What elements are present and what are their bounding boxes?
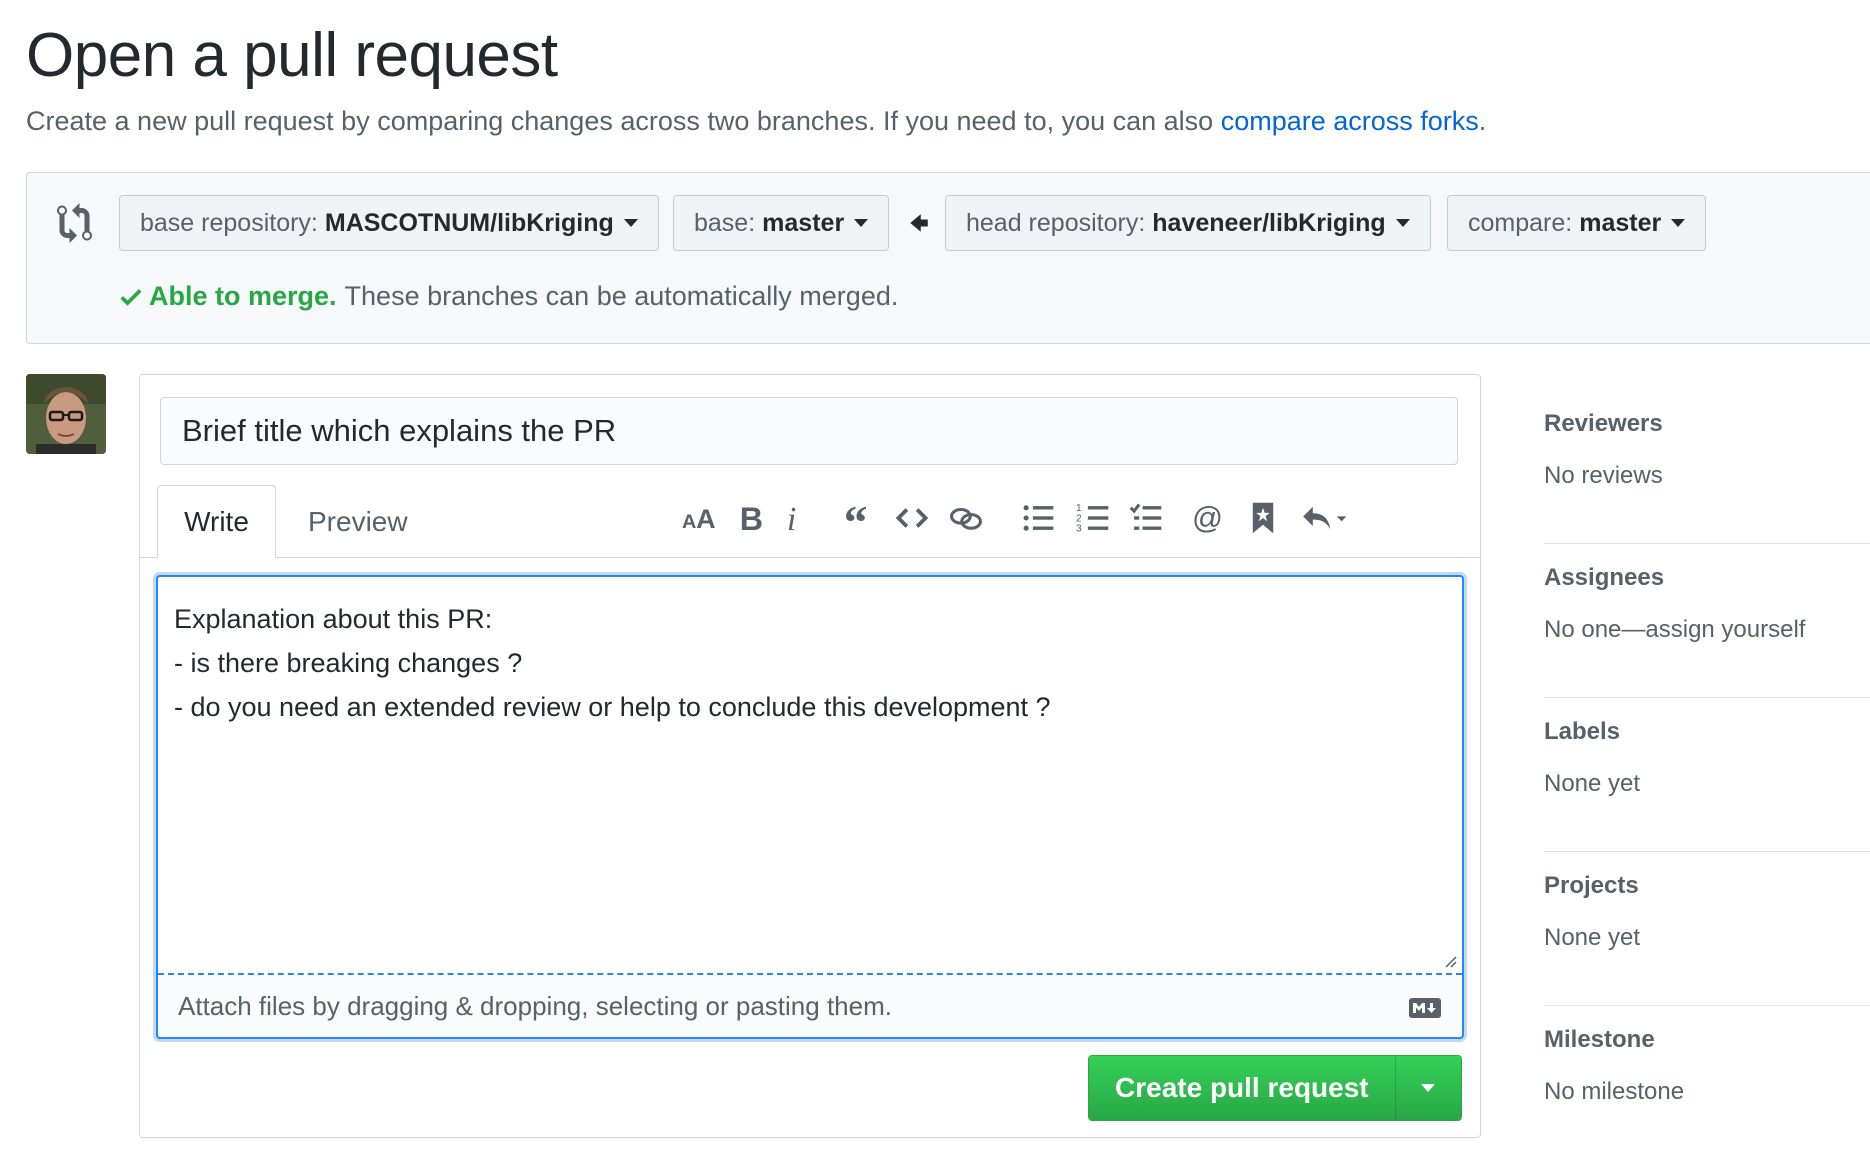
sidebar-labels: Labels None yet bbox=[1544, 698, 1870, 852]
merge-message: These branches can be automatically merg… bbox=[344, 281, 899, 311]
task-list-icon[interactable] bbox=[1124, 493, 1168, 543]
compare-branch-value: master bbox=[1579, 208, 1662, 237]
markdown-icon[interactable] bbox=[1408, 997, 1442, 1019]
sidebar-reviewers: Reviewers No reviews bbox=[1544, 390, 1870, 544]
svg-text:3: 3 bbox=[1076, 524, 1082, 535]
svg-text:i: i bbox=[787, 501, 796, 535]
avatar-image bbox=[26, 374, 106, 454]
subtitle-suffix: . bbox=[1478, 106, 1487, 136]
avatar[interactable] bbox=[26, 374, 106, 454]
create-pull-request-button-group: Create pull request bbox=[1088, 1055, 1462, 1121]
merge-ok-text: Able to merge. bbox=[149, 281, 337, 311]
sidebar-assignees: Assignees No one—assign yourself bbox=[1544, 544, 1870, 698]
arrow-left-icon bbox=[910, 214, 928, 232]
svg-text:A: A bbox=[696, 504, 715, 534]
chevron-down-icon bbox=[1395, 219, 1410, 227]
mention-icon[interactable]: @ bbox=[1187, 493, 1231, 543]
sidebar-projects: Projects None yet bbox=[1544, 852, 1870, 1006]
head-repo-value: haveneer/libKriging bbox=[1152, 208, 1386, 237]
pr-body-editor: Explanation about this PR: - is there br… bbox=[156, 575, 1464, 1039]
bold-icon[interactable]: B bbox=[728, 493, 772, 543]
svg-text:A: A bbox=[682, 511, 696, 533]
base-branch-select[interactable]: base: master bbox=[673, 195, 890, 251]
pull-request-form: Write Preview AA B i “ 123 @ bbox=[139, 374, 1481, 1138]
chevron-down-icon bbox=[1671, 219, 1686, 227]
subtitle-text: Create a new pull request by comparing c… bbox=[26, 106, 1221, 136]
compare-range-box: base repository: MASCOTNUM/libKriging ba… bbox=[26, 172, 1870, 344]
compare-branch-label: compare: bbox=[1468, 208, 1573, 237]
resize-handle-icon[interactable] bbox=[1442, 953, 1458, 969]
chevron-down-icon bbox=[623, 219, 638, 227]
file-drop-zone[interactable]: Attach files by dragging & dropping, sel… bbox=[158, 973, 1462, 1037]
italic-icon[interactable]: i bbox=[770, 493, 814, 543]
quote-icon[interactable]: “ bbox=[837, 493, 881, 543]
code-icon[interactable] bbox=[890, 493, 934, 543]
reply-icon[interactable] bbox=[1292, 493, 1356, 543]
sidebar-heading-projects[interactable]: Projects bbox=[1544, 872, 1639, 900]
sidebar-value-reviewers: No reviews bbox=[1544, 462, 1663, 489]
base-branch-value: master bbox=[762, 208, 845, 237]
reference-icon[interactable] bbox=[1241, 493, 1285, 543]
base-repository-select[interactable]: base repository: MASCOTNUM/libKriging bbox=[119, 195, 659, 251]
compare-across-forks-link[interactable]: compare across forks bbox=[1221, 106, 1479, 136]
base-repo-value: MASCOTNUM/libKriging bbox=[324, 208, 614, 237]
svg-text:“: “ bbox=[844, 501, 868, 535]
markdown-toolbar: AA B i “ 123 @ bbox=[140, 493, 1480, 543]
head-repo-label: head repository: bbox=[966, 208, 1146, 237]
sidebar-value-assignees[interactable]: No one—assign yourself bbox=[1544, 616, 1805, 644]
page-title: Open a pull request bbox=[26, 21, 558, 90]
create-pull-request-button[interactable]: Create pull request bbox=[1089, 1056, 1395, 1120]
drop-zone-text: Attach files by dragging & dropping, sel… bbox=[178, 991, 892, 1021]
pr-title-input[interactable] bbox=[160, 397, 1458, 465]
header-icon[interactable]: AA bbox=[677, 493, 721, 543]
create-options-dropdown[interactable] bbox=[1394, 1056, 1461, 1120]
sidebar-value-milestone: No milestone bbox=[1544, 1078, 1685, 1105]
page-subtitle: Create a new pull request by comparing c… bbox=[26, 106, 1486, 137]
base-repo-label: base repository: bbox=[140, 208, 318, 237]
link-icon[interactable] bbox=[944, 493, 988, 543]
unordered-list-icon[interactable] bbox=[1016, 493, 1060, 543]
chevron-down-icon bbox=[1421, 1084, 1436, 1092]
merge-status: Able to merge. These branches can be aut… bbox=[117, 281, 898, 312]
sidebar-heading-reviewers[interactable]: Reviewers bbox=[1544, 410, 1663, 438]
sidebar-milestone: Milestone No milestone bbox=[1544, 1006, 1870, 1154]
compare-branch-select[interactable]: compare: master bbox=[1447, 195, 1707, 251]
compare-icon bbox=[57, 203, 92, 243]
sidebar-heading-labels[interactable]: Labels bbox=[1544, 718, 1620, 746]
pr-body-textarea[interactable]: Explanation about this PR: - is there br… bbox=[174, 597, 1434, 967]
chevron-down-icon bbox=[854, 219, 869, 227]
svg-text:@: @ bbox=[1192, 501, 1223, 535]
ordered-list-icon[interactable]: 123 bbox=[1071, 493, 1115, 543]
base-branch-label: base: bbox=[694, 208, 756, 237]
sidebar-heading-assignees[interactable]: Assignees bbox=[1544, 564, 1664, 592]
head-repository-select[interactable]: head repository: haveneer/libKriging bbox=[945, 195, 1431, 251]
check-icon bbox=[120, 288, 142, 306]
sidebar-value-labels: None yet bbox=[1544, 770, 1641, 797]
sidebar: Reviewers No reviews Assignees No one—as… bbox=[1544, 390, 1870, 1154]
sidebar-heading-milestone[interactable]: Milestone bbox=[1544, 1026, 1655, 1054]
svg-text:B: B bbox=[740, 501, 763, 535]
tab-write[interactable]: Write bbox=[157, 485, 276, 558]
sidebar-value-projects: None yet bbox=[1544, 924, 1641, 951]
